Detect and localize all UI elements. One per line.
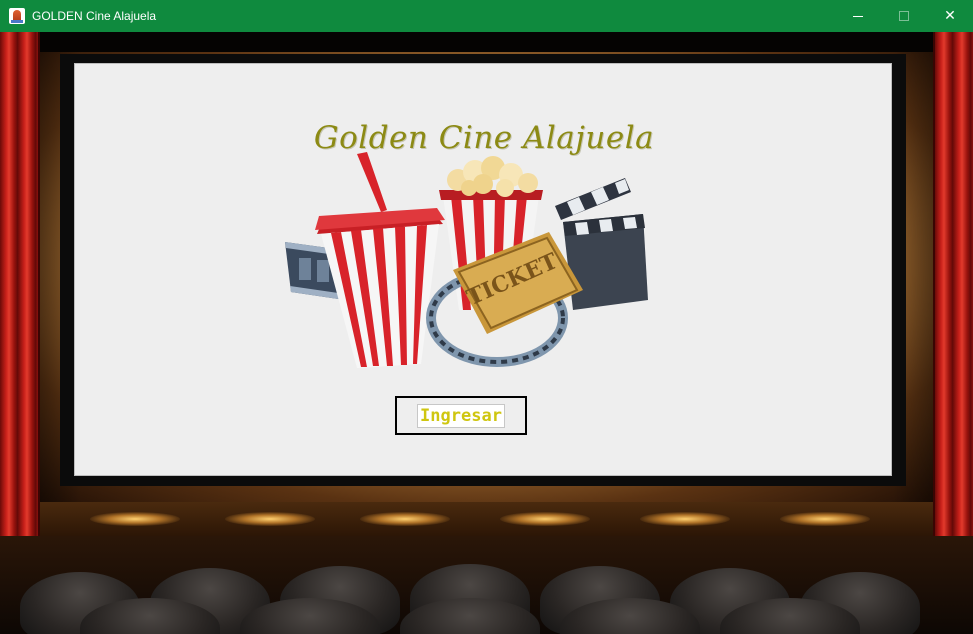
theater-background: Golden Cine Alajuela TICKET Ingresar: [0, 32, 973, 634]
maximize-button[interactable]: [881, 0, 927, 32]
cinema-illustration: TICKET: [285, 152, 648, 368]
close-icon: ✕: [944, 8, 956, 24]
soda-cup-icon: [315, 152, 445, 368]
enter-button[interactable]: Ingresar: [417, 403, 505, 428]
window-title: GOLDEN Cine Alajuela: [32, 9, 157, 23]
right-curtain: [933, 32, 973, 592]
minimize-icon: [853, 15, 863, 17]
wall-light: [90, 512, 180, 526]
wall-light: [780, 512, 870, 526]
window-titlebar: GOLDEN Cine Alajuela ✕: [0, 0, 973, 32]
java-app-icon: [9, 8, 25, 24]
wall-light: [225, 512, 315, 526]
left-curtain: [0, 32, 40, 592]
window-controls: ✕: [835, 0, 973, 32]
close-button[interactable]: ✕: [927, 0, 973, 32]
wall-light: [360, 512, 450, 526]
ceiling-band: [0, 32, 973, 52]
wall-light: [640, 512, 730, 526]
wall-light: [500, 512, 590, 526]
maximize-icon: [899, 11, 909, 21]
enter-button-frame: Ingresar: [395, 396, 527, 435]
minimize-button[interactable]: [835, 0, 881, 32]
cinema-screen-panel: Golden Cine Alajuela TICKET Ingresar: [74, 63, 892, 476]
